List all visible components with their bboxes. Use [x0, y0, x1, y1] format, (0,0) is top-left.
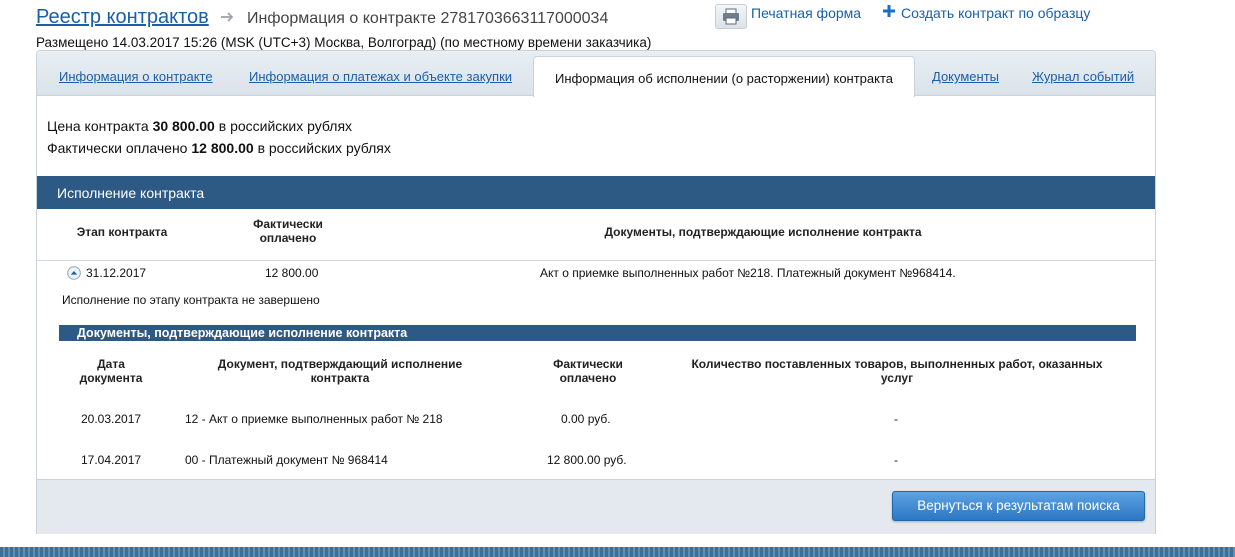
- column-header-paid-line2: оплачено: [259, 231, 317, 245]
- contract-price: Цена контракта 30 800.00 в российских ру…: [47, 118, 352, 134]
- column-header-quantity-line1: Количество поставленных товаров, выполне…: [691, 357, 1103, 371]
- plus-icon: [882, 4, 896, 18]
- placement-info: Размещено 14.03.2017 15:26 (MSK (UTC+3) …: [36, 35, 652, 50]
- printer-icon: [723, 8, 739, 25]
- column-header-doc-date-line2: документа: [79, 371, 143, 385]
- stage-date: 31.12.2017: [86, 266, 147, 280]
- doc-paid: 0.00 руб.: [561, 412, 611, 426]
- tab-contract-info[interactable]: Информация о контракте: [59, 69, 213, 84]
- price-prefix: Цена контракта: [47, 118, 149, 134]
- doc-quantity: -: [894, 453, 898, 467]
- paid-value: 12 800.00: [191, 140, 254, 156]
- doc-quantity: -: [894, 412, 898, 426]
- tab-execution-info[interactable]: Информация об исполнении (о расторжении)…: [533, 56, 915, 97]
- paid-prefix: Фактически оплачено: [47, 140, 188, 156]
- table-divider: [37, 260, 1155, 261]
- page-bottom-strip: [0, 547, 1235, 557]
- panel-footer: Вернуться к результатам поиска: [37, 479, 1155, 534]
- collapse-stage-icon[interactable]: [67, 266, 81, 280]
- price-value: 30 800.00: [152, 118, 215, 134]
- page-title: Информация о контракте 27817036631170000…: [247, 10, 609, 27]
- doc-name: 00 - Платежный документ № 968414: [185, 453, 388, 467]
- column-header-doc-date-line1: Дата: [97, 357, 125, 371]
- column-header-documents: Документы, подтверждающие исполнение кон…: [604, 225, 922, 239]
- column-header-paid-line1: Фактически: [253, 217, 323, 231]
- back-to-search-results-button[interactable]: Вернуться к результатам поиска: [892, 491, 1145, 521]
- documents-subsection-header: Документы, подтверждающие исполнение кон…: [59, 325, 1136, 341]
- tab-bar: Информация о контракте Информация о плат…: [37, 51, 1155, 97]
- page-header: Реестр контрактов Информация о контракте…: [0, 0, 1235, 52]
- execution-section-header: Исполнение контракта: [37, 176, 1155, 209]
- column-header-doc-name-line2: контракта: [310, 371, 370, 385]
- tab-payments-info[interactable]: Информация о платежах и объекте закупки: [249, 69, 512, 84]
- create-contract-by-template-link[interactable]: Создать контракт по образцу: [901, 5, 1090, 21]
- doc-paid: 12 800.00 руб.: [547, 453, 627, 467]
- print-form-link[interactable]: Печатная форма: [751, 5, 861, 21]
- stage-status: Исполнение по этапу контракта не заверше…: [62, 293, 320, 307]
- price-suffix: в российских рублях: [218, 118, 353, 134]
- stage-documents: Акт о приемке выполненных работ №218. Пл…: [540, 266, 956, 280]
- column-header-doc-paid-line1: Фактически: [553, 357, 623, 371]
- tab-documents[interactable]: Документы: [932, 69, 999, 84]
- tab-event-log[interactable]: Журнал событий: [1032, 69, 1134, 84]
- doc-date: 17.04.2017: [81, 453, 142, 467]
- column-header-doc-paid-line2: оплачено: [559, 371, 617, 385]
- print-button[interactable]: [715, 4, 747, 29]
- column-header-paid: Фактически оплачено: [233, 217, 343, 245]
- column-header-doc-name: Документ, подтверждающий исполнение конт…: [185, 357, 495, 385]
- stage-paid: 12 800.00: [265, 266, 319, 280]
- arrow-right-icon: [219, 9, 235, 25]
- paid-suffix: в российских рублях: [257, 140, 391, 156]
- column-header-quantity-line2: услуг: [880, 371, 914, 385]
- breadcrumb-registry-link[interactable]: Реестр контрактов: [36, 6, 209, 29]
- column-header-quantity: Количество поставленных товаров, выполне…: [667, 357, 1127, 385]
- doc-date: 20.03.2017: [81, 412, 142, 426]
- column-header-doc-name-line1: Документ, подтверждающий исполнение: [217, 357, 463, 371]
- column-header-doc-paid: Фактически оплачено: [533, 357, 643, 385]
- column-header-doc-date: Дата документа: [69, 357, 153, 385]
- column-header-stage: Этап контракта: [76, 225, 168, 239]
- actually-paid: Фактически оплачено 12 800.00 в российск…: [47, 140, 391, 156]
- doc-name: 12 - Акт о приемке выполненных работ № 2…: [185, 412, 443, 426]
- contract-panel: Информация о контракте Информация о плат…: [36, 50, 1156, 534]
